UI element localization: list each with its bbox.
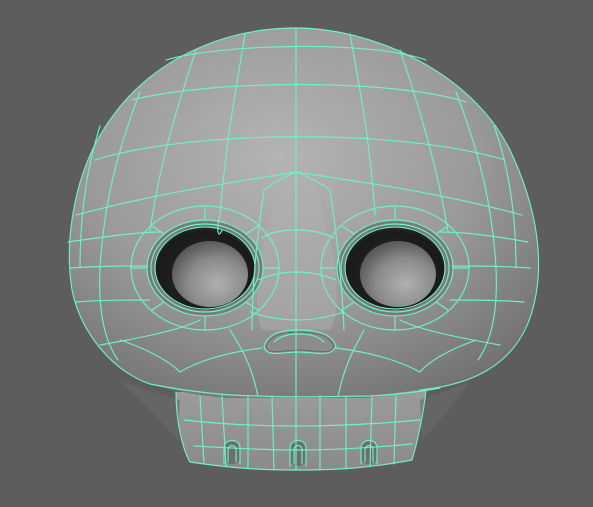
skull-model[interactable] [0, 0, 593, 507]
3d-viewport[interactable] [0, 0, 593, 507]
skull-surface [69, 28, 539, 470]
